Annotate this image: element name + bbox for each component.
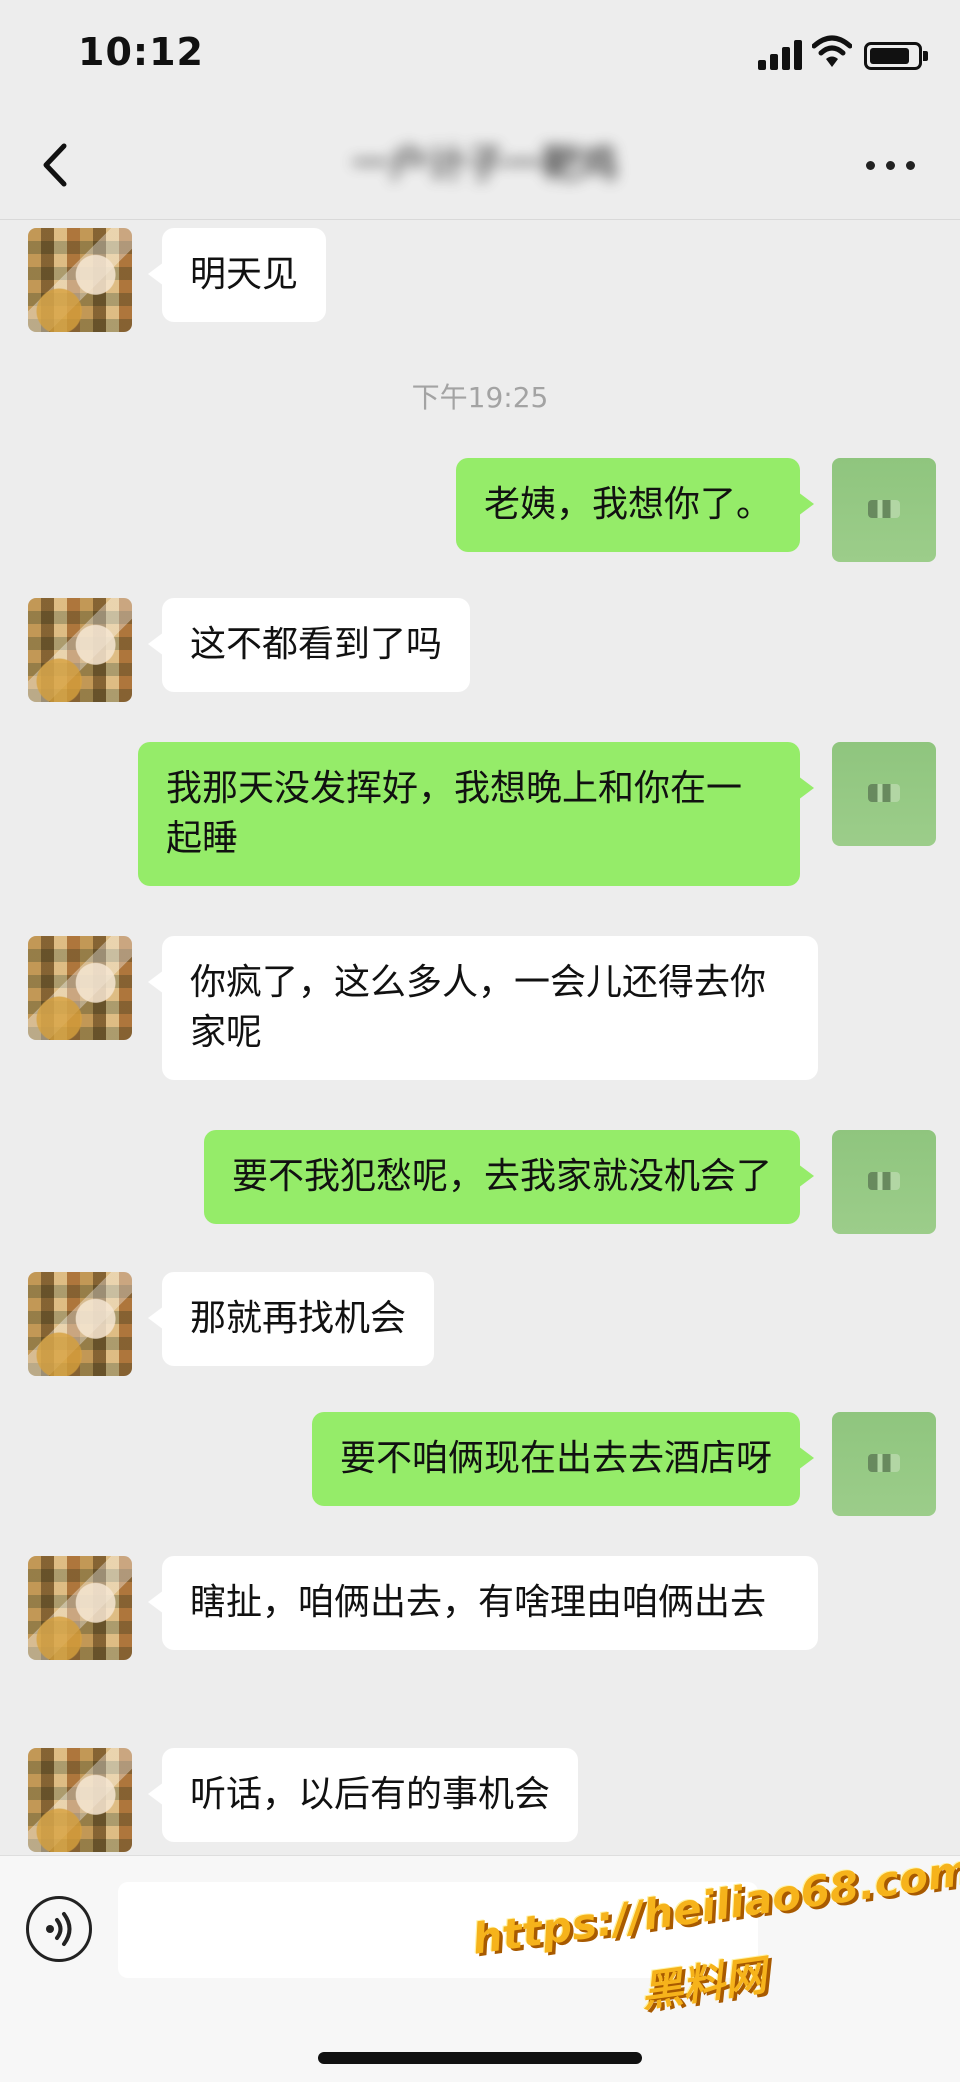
wifi-icon <box>811 34 853 70</box>
signal-icon <box>758 40 804 70</box>
contact-avatar[interactable] <box>28 936 132 1040</box>
home-indicator <box>318 2052 642 2064</box>
outgoing-bubble[interactable]: 要不我犯愁呢，去我家就没机会了 <box>203 1130 815 1224</box>
my-avatar[interactable] <box>832 458 936 562</box>
incoming-bubble[interactable]: 你疯了，这么多人，一会儿还得去你家呢 <box>148 936 818 1080</box>
incoming-bubble[interactable]: 那就再找机会 <box>147 1272 435 1366</box>
battery-fill <box>870 48 909 64</box>
incoming-bubble[interactable]: 瞎扯，咱俩出去，有啥理由咱俩出去 <box>148 1556 818 1650</box>
nav-bar: 一户计子一靶鸡 <box>0 110 960 220</box>
contact-avatar[interactable] <box>28 1272 132 1376</box>
outgoing-bubble[interactable]: 老姨，我想你了。 <box>455 458 815 552</box>
incoming-bubble[interactable]: 听话，以后有的事机会 <box>147 1748 579 1842</box>
status-bar: 10:12 <box>0 0 960 110</box>
contact-avatar[interactable] <box>28 1748 132 1852</box>
incoming-bubble[interactable]: 明天见 <box>147 228 327 322</box>
my-avatar[interactable] <box>832 742 936 846</box>
battery-icon <box>864 42 928 70</box>
my-avatar[interactable] <box>832 1130 936 1234</box>
chat-area[interactable]: 明天见 下午19:25 老姨，我想你了。 这不都看到了吗 我那天没发挥好，我想晚… <box>0 220 960 1855</box>
contact-avatar[interactable] <box>28 1556 132 1660</box>
chat-title: 一户计子一靶鸡 <box>351 142 618 186</box>
contact-avatar[interactable] <box>28 228 132 332</box>
message-timestamp: 下午19:25 <box>411 381 549 414</box>
outgoing-bubble[interactable]: 要不咱俩现在出去去酒店呀 <box>311 1412 815 1506</box>
incoming-bubble[interactable]: 这不都看到了吗 <box>147 598 471 692</box>
chevron-left-icon[interactable] <box>32 138 82 192</box>
ellipsis-icon[interactable] <box>866 154 916 178</box>
outgoing-bubble[interactable]: 我那天没发挥好，我想晚上和你在一起睡 <box>138 742 814 886</box>
contact-avatar[interactable] <box>28 598 132 702</box>
voice-icon[interactable] <box>26 1896 92 1962</box>
my-avatar[interactable] <box>832 1412 936 1516</box>
status-time: 10:12 <box>78 30 204 74</box>
